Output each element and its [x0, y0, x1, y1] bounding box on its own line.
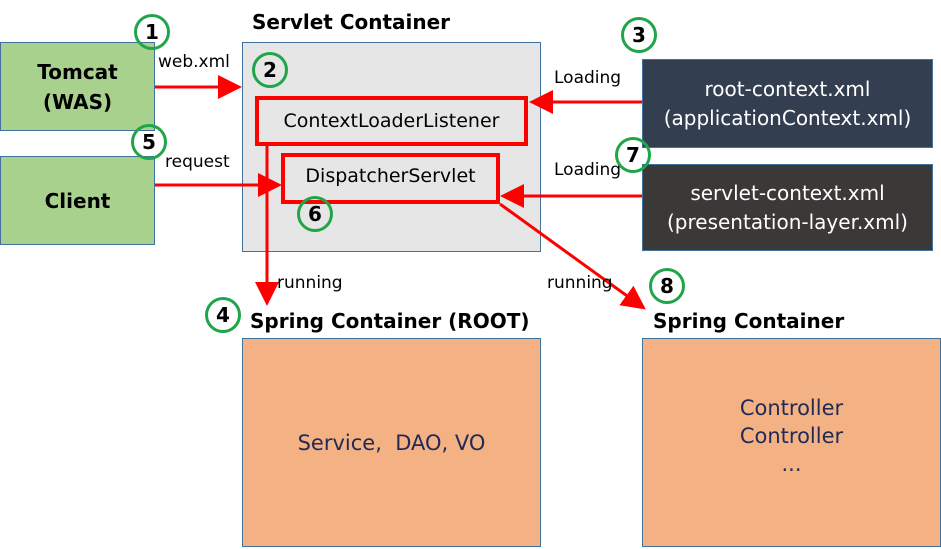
step-1-badge: 1 [134, 14, 170, 50]
step-8-badge: 8 [649, 268, 685, 304]
step-5-badge: 5 [131, 124, 167, 160]
step-1-number: 1 [145, 20, 159, 44]
step-2-badge: 2 [252, 52, 288, 88]
step-4-number: 4 [216, 303, 230, 327]
step-3-number: 3 [632, 23, 646, 47]
step-3-badge: 3 [621, 17, 657, 53]
loading-root-label: Loading [554, 68, 622, 88]
running-root-label: running [277, 273, 343, 293]
running-web-label: running [547, 273, 613, 293]
request-label: request [165, 152, 230, 172]
step-7-number: 7 [626, 143, 640, 167]
step-2-number: 2 [263, 58, 277, 82]
step-7-badge: 7 [615, 137, 651, 173]
loading-servlet-label: Loading [554, 160, 622, 180]
step-8-number: 8 [660, 274, 674, 298]
step-5-number: 5 [142, 130, 156, 154]
step-4-badge: 4 [205, 297, 241, 333]
step-6-number: 6 [308, 202, 322, 226]
arrows-layer [155, 75, 646, 310]
web-xml-label: web.xml [158, 52, 230, 72]
step-6-badge: 6 [297, 196, 333, 232]
